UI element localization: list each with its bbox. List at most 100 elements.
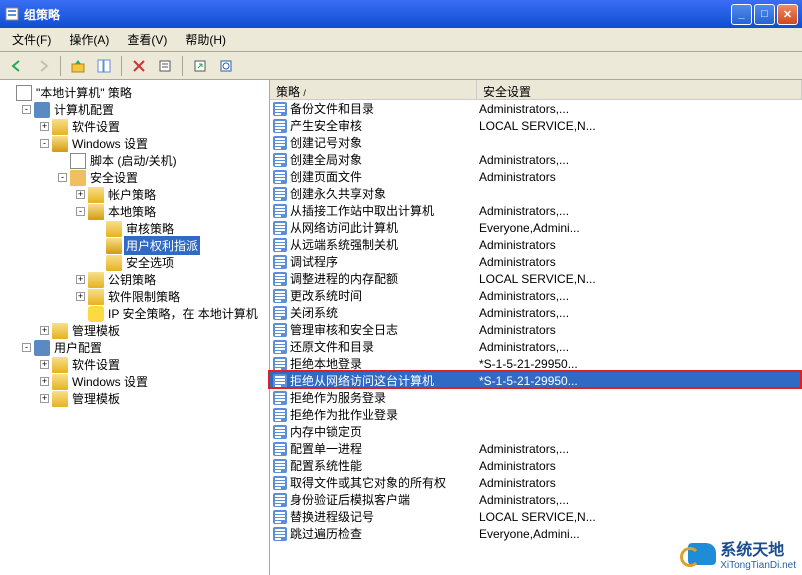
menu-view[interactable]: 查看(V)	[119, 28, 175, 51]
policy-value: Administrators	[477, 170, 802, 184]
list-row[interactable]: 拒绝作为批作业登录	[270, 406, 802, 423]
list-row[interactable]: 关闭系统Administrators,...	[270, 304, 802, 321]
tree-toggle[interactable]: -	[22, 105, 31, 114]
tree-toggle[interactable]: +	[76, 190, 85, 199]
tree-item[interactable]: "本地计算机" 策略	[0, 84, 269, 101]
doc-icon	[16, 85, 32, 101]
tree-item[interactable]: +软件设置	[0, 118, 269, 135]
tree-item[interactable]: -本地策略	[0, 203, 269, 220]
policy-icon	[272, 254, 288, 270]
policy-icon	[272, 492, 288, 508]
tree-item[interactable]: 安全选项	[0, 254, 269, 271]
tree-item[interactable]: -计算机配置	[0, 101, 269, 118]
list-row[interactable]: 拒绝作为服务登录	[270, 389, 802, 406]
policy-icon	[272, 356, 288, 372]
list-row[interactable]: 配置单一进程Administrators,...	[270, 440, 802, 457]
tree-toggle[interactable]: +	[40, 377, 49, 386]
app-icon	[4, 6, 20, 22]
tree-item[interactable]: +Windows 设置	[0, 373, 269, 390]
tree-item[interactable]: -用户配置	[0, 339, 269, 356]
refresh-button[interactable]	[215, 55, 237, 77]
tree-item[interactable]: +公钥策略	[0, 271, 269, 288]
policy-name: 备份文件和目录	[290, 100, 374, 117]
list-body[interactable]: 备份文件和目录 Administrators,...产生安全审核LOCAL SER…	[270, 100, 802, 575]
back-button[interactable]	[6, 55, 28, 77]
tree-item[interactable]: -Windows 设置	[0, 135, 269, 152]
tree-item[interactable]: 用户权利指派	[0, 237, 269, 254]
properties-button[interactable]	[154, 55, 176, 77]
tree-item[interactable]: -安全设置	[0, 169, 269, 186]
column-security[interactable]: 安全设置	[477, 80, 802, 99]
tree-item[interactable]: 审核策略	[0, 220, 269, 237]
folder-icon	[52, 119, 68, 135]
menu-action[interactable]: 操作(A)	[61, 28, 117, 51]
window-title: 组策略	[24, 6, 729, 23]
list-row[interactable]: 调整进程的内存配额LOCAL SERVICE,N...	[270, 270, 802, 287]
policy-name: 调整进程的内存配额	[290, 270, 398, 287]
tree-item[interactable]: +软件设置	[0, 356, 269, 373]
policy-name: 更改系统时间	[290, 287, 362, 304]
policy-name: 产生安全审核	[290, 117, 362, 134]
tree-toggle[interactable]: -	[76, 207, 85, 216]
list-row[interactable]: 产生安全审核LOCAL SERVICE,N...	[270, 117, 802, 134]
show-hide-tree-button[interactable]	[93, 55, 115, 77]
list-row[interactable]: 从网络访问此计算机Everyone,Admini...	[270, 219, 802, 236]
folder-icon	[88, 272, 104, 288]
policy-name: 替换进程级记号	[290, 508, 374, 525]
list-row[interactable]: 还原文件和目录Administrators,...	[270, 338, 802, 355]
tree-toggle[interactable]: -	[22, 343, 31, 352]
menu-file[interactable]: 文件(F)	[4, 28, 59, 51]
list-row[interactable]: 管理审核和安全日志Administrators	[270, 321, 802, 338]
tree-item[interactable]: IP 安全策略，在 本地计算机	[0, 305, 269, 322]
list-row[interactable]: 创建记号对象	[270, 134, 802, 151]
list-row[interactable]: 身份验证后模拟客户端Administrators,...	[270, 491, 802, 508]
tree-item[interactable]: +管理模板	[0, 322, 269, 339]
policy-name: 内存中锁定页	[290, 423, 362, 440]
tree-toggle[interactable]: +	[40, 394, 49, 403]
delete-button[interactable]	[128, 55, 150, 77]
list-row[interactable]: 替换进程级记号LOCAL SERVICE,N...	[270, 508, 802, 525]
policy-value: Administrators	[477, 476, 802, 490]
column-policy[interactable]: 策略 /	[270, 80, 477, 99]
list-row[interactable]: 从插接工作站中取出计算机Administrators,...	[270, 202, 802, 219]
list-row[interactable]: 备份文件和目录 Administrators,...	[270, 100, 802, 117]
list-row[interactable]: 创建页面文件Administrators	[270, 168, 802, 185]
tree-item[interactable]: +管理模板	[0, 390, 269, 407]
list-row[interactable]: 调试程序Administrators	[270, 253, 802, 270]
tree-toggle[interactable]: -	[40, 139, 49, 148]
tree-toggle[interactable]: +	[76, 275, 85, 284]
list-row[interactable]: 从远端系统强制关机Administrators	[270, 236, 802, 253]
tree-item[interactable]: 脚本 (启动/关机)	[0, 152, 269, 169]
policy-icon	[272, 288, 288, 304]
policy-icon	[272, 424, 288, 440]
tree-toggle[interactable]: +	[40, 122, 49, 131]
up-button[interactable]	[67, 55, 89, 77]
list-row[interactable]: 创建永久共享对象	[270, 185, 802, 202]
list-row[interactable]: 配置系统性能Administrators	[270, 457, 802, 474]
policy-name: 身份验证后模拟客户端	[290, 491, 410, 508]
export-button[interactable]	[189, 55, 211, 77]
list-row[interactable]: 更改系统时间Administrators,...	[270, 287, 802, 304]
tree-panel[interactable]: "本地计算机" 策略-计算机配置+软件设置-Windows 设置脚本 (启动/关…	[0, 80, 270, 575]
policy-icon	[272, 135, 288, 151]
tree-toggle[interactable]: +	[76, 292, 85, 301]
policy-icon	[272, 322, 288, 338]
menu-help[interactable]: 帮助(H)	[177, 28, 234, 51]
maximize-button[interactable]: □	[754, 4, 775, 25]
policy-value: Administrators,...	[477, 102, 802, 116]
list-row[interactable]: 创建全局对象Administrators,...	[270, 151, 802, 168]
list-row[interactable]: 取得文件或其它对象的所有权Administrators	[270, 474, 802, 491]
tree-toggle[interactable]: -	[58, 173, 67, 182]
policy-value: *S-1-5-21-29950...	[477, 357, 802, 371]
tree-item[interactable]: +软件限制策略	[0, 288, 269, 305]
tree-item[interactable]: +帐户策略	[0, 186, 269, 203]
tree-toggle[interactable]: +	[40, 326, 49, 335]
list-row[interactable]: 拒绝从网络访问这台计算机*S-1-5-21-29950...	[270, 372, 802, 389]
list-row[interactable]: 拒绝本地登录*S-1-5-21-29950...	[270, 355, 802, 372]
tree-toggle[interactable]: +	[40, 360, 49, 369]
forward-button[interactable]	[32, 55, 54, 77]
minimize-button[interactable]: _	[731, 4, 752, 25]
list-row[interactable]: 内存中锁定页	[270, 423, 802, 440]
close-button[interactable]: ✕	[777, 4, 798, 25]
list-row[interactable]: 跳过遍历检查Everyone,Admini...	[270, 525, 802, 542]
